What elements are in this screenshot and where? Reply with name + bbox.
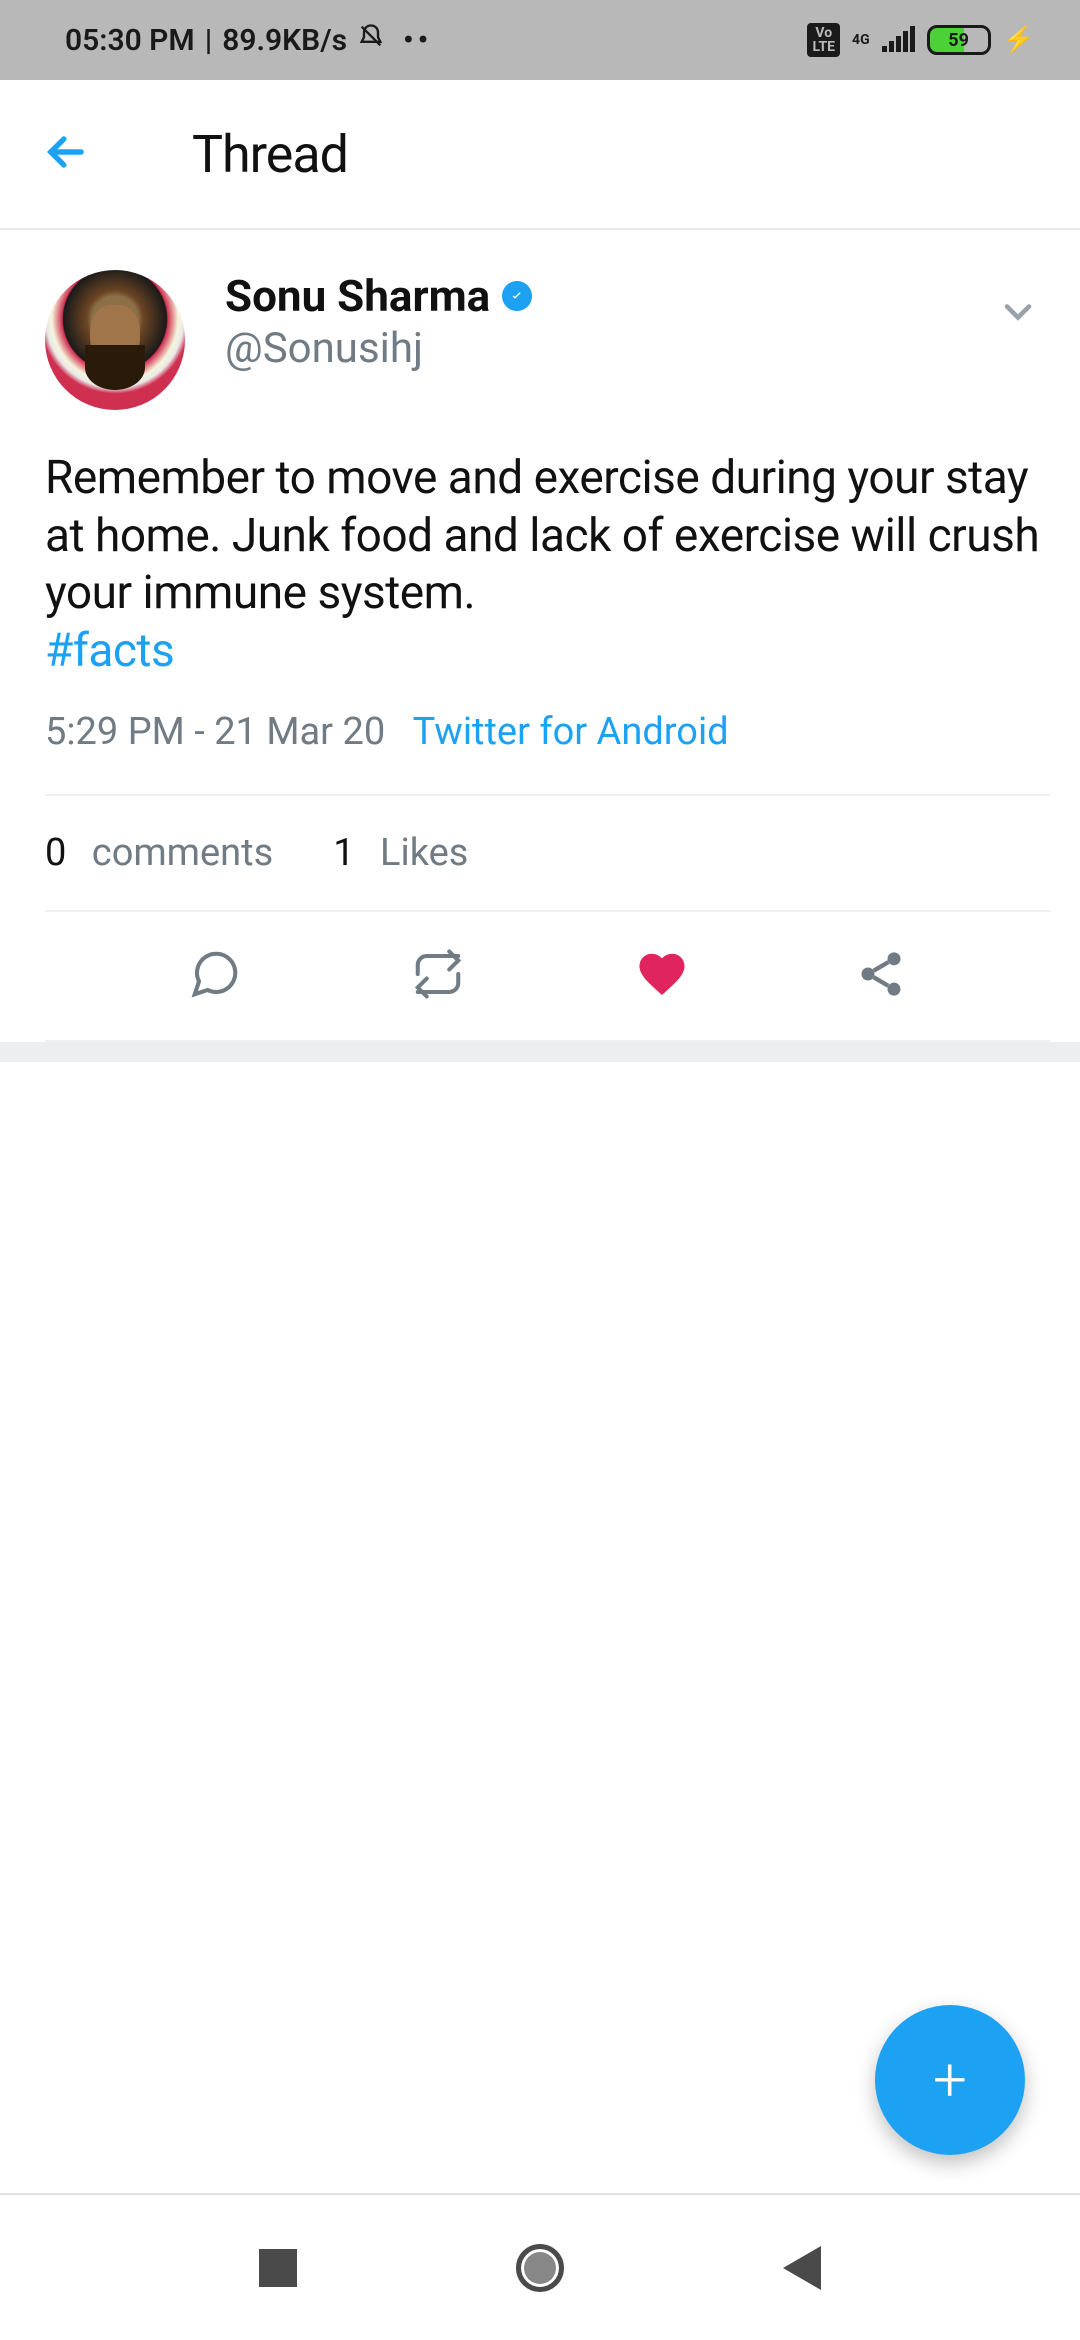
comments-count: 0	[45, 831, 66, 875]
tweet-text: Remember to move and exercise during you…	[45, 450, 1050, 680]
system-nav-bar	[0, 2195, 1080, 2340]
author-handle: @Sonusihj	[225, 324, 996, 373]
likes-label: Likes	[380, 831, 468, 875]
status-dots: ••	[403, 23, 432, 58]
status-right: Vo LTE 4G 59 ⚡	[807, 23, 1035, 57]
likes-stat[interactable]: 1 Likes	[333, 831, 468, 875]
reply-button[interactable]	[188, 947, 242, 1005]
tweet-timestamp: 5:29 PM - 21 Mar 20	[45, 710, 385, 754]
status-speed: 89.9KB/s	[222, 23, 347, 58]
page-title: Thread	[192, 124, 348, 185]
status-separator: |	[205, 23, 213, 58]
volte-icon: Vo LTE	[807, 23, 840, 57]
app-header: Thread	[0, 80, 1080, 230]
tweet-body-text: Remember to move and exercise during you…	[45, 451, 1039, 620]
chevron-down-icon[interactable]	[996, 290, 1040, 338]
tweet-meta: 5:29 PM - 21 Mar 20 Twitter for Android	[45, 710, 1050, 754]
plus-icon: +	[933, 2050, 967, 2110]
comments-stat[interactable]: 0 comments	[45, 831, 273, 875]
tweet-actions	[45, 912, 1050, 1042]
avatar[interactable]	[45, 270, 185, 410]
back-button[interactable]	[40, 126, 92, 182]
verified-icon	[502, 281, 532, 311]
mute-icon	[357, 22, 385, 58]
retweet-button[interactable]	[408, 947, 468, 1005]
tweet-stats: 0 comments 1 Likes	[45, 794, 1050, 912]
signal-icon	[882, 28, 915, 52]
nav-home-button[interactable]	[516, 2244, 564, 2292]
status-time: 05:30 PM	[65, 23, 195, 58]
compose-fab[interactable]: +	[875, 2005, 1025, 2155]
nav-back-button[interactable]	[783, 2246, 821, 2290]
author-name: Sonu Sharma	[225, 270, 490, 322]
share-button[interactable]	[855, 948, 907, 1004]
tweet-source[interactable]: Twitter for Android	[413, 710, 729, 754]
tweet-header: Sonu Sharma @Sonusihj	[45, 270, 1050, 410]
status-bar: 05:30 PM | 89.9KB/s •• Vo LTE 4G 59 ⚡	[0, 0, 1080, 80]
tweet: Sonu Sharma @Sonusihj Remember to move a…	[0, 230, 1080, 1042]
separator	[0, 1042, 1080, 1062]
charging-icon: ⚡	[1003, 25, 1035, 55]
battery-icon: 59	[927, 25, 991, 55]
hashtag[interactable]: #facts	[45, 624, 174, 678]
comments-label: comments	[92, 831, 273, 875]
network-icon: 4G	[852, 32, 870, 48]
author-block[interactable]: Sonu Sharma @Sonusihj	[225, 270, 996, 373]
nav-recents-button[interactable]	[259, 2249, 297, 2287]
likes-count: 1	[333, 831, 354, 875]
status-left: 05:30 PM | 89.9KB/s ••	[65, 22, 432, 58]
like-button[interactable]	[635, 947, 689, 1005]
